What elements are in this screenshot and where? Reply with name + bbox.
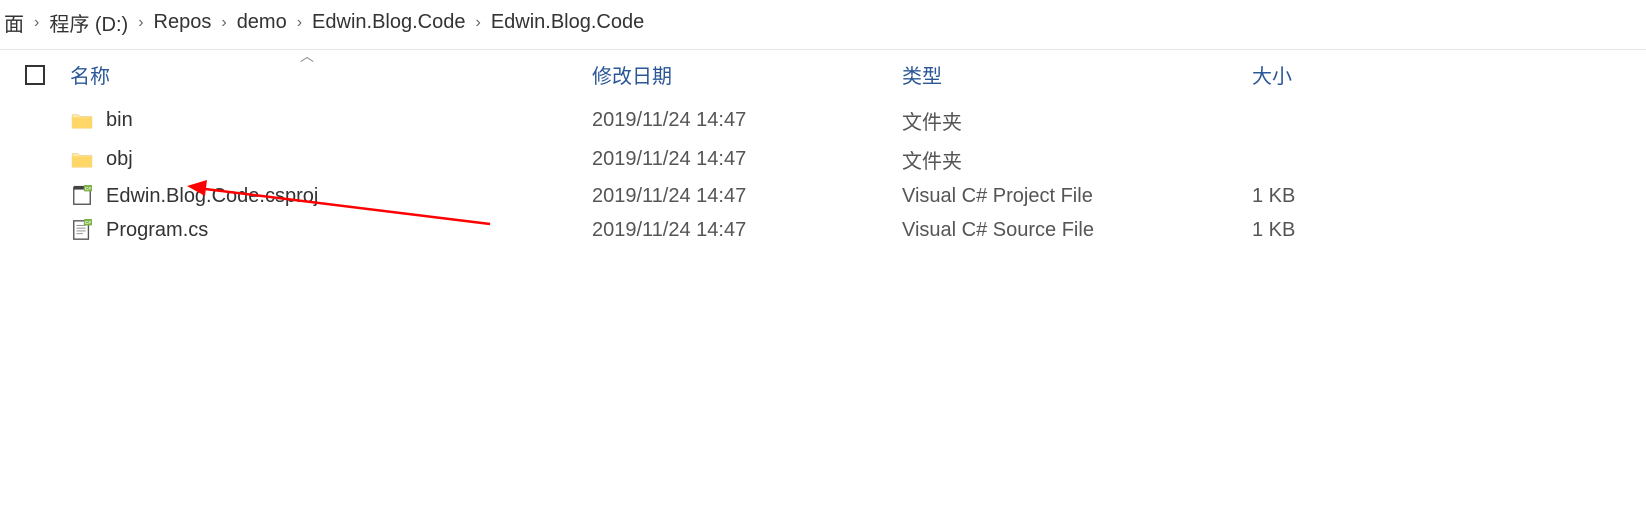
select-all-checkbox[interactable] [0,65,70,85]
breadcrumb-item[interactable]: Edwin.Blog.Code [491,11,644,34]
table-row[interactable]: bin 2019/11/24 14:47 文件夹 [0,101,1646,140]
breadcrumb-item[interactable]: Edwin.Blog.Code [312,11,465,34]
table-row[interactable]: C# Edwin.Blog.Code.csproj 2019/11/24 14:… [0,179,1646,213]
cs-file-icon: C# [70,218,94,242]
table-row[interactable]: C# Program.cs 2019/11/24 14:47 Visual C#… [0,213,1646,247]
chevron-right-icon: › [134,14,147,32]
folder-icon [70,109,94,133]
chevron-right-icon: › [30,14,43,32]
file-date: 2019/11/24 14:47 [592,148,902,171]
svg-text:C#: C# [85,220,91,225]
breadcrumb: 面 › 程序 (D:) › Repos › demo › Edwin.Blog.… [0,0,1646,50]
chevron-right-icon: › [471,14,484,32]
svg-text:C#: C# [85,186,91,191]
file-size: 1 KB [1252,185,1452,208]
column-header-row: 名称 修改日期 类型 大小 [0,50,1646,101]
file-name: Program.cs [106,219,208,242]
column-header-size[interactable]: 大小 [1252,60,1452,89]
table-row[interactable]: obj 2019/11/24 14:47 文件夹 [0,140,1646,179]
file-size: 1 KB [1252,219,1452,242]
file-type: Visual C# Source File [902,219,1252,242]
column-header-type[interactable]: 类型 [902,60,1252,89]
breadcrumb-item[interactable]: Repos [154,11,212,34]
column-header-date[interactable]: 修改日期 [592,60,902,89]
chevron-right-icon: › [217,14,230,32]
chevron-right-icon: › [293,14,306,32]
file-date: 2019/11/24 14:47 [592,219,902,242]
file-name: obj [106,148,133,171]
file-list: ︿ 名称 修改日期 类型 大小 bin 2019/11/24 14:47 文件夹… [0,50,1646,247]
file-name: bin [106,109,133,132]
breadcrumb-item[interactable]: demo [237,11,287,34]
file-type: 文件夹 [902,106,1252,135]
file-type: Visual C# Project File [902,185,1252,208]
csproj-file-icon: C# [70,184,94,208]
folder-icon [70,148,94,172]
file-date: 2019/11/24 14:47 [592,109,902,132]
file-name: Edwin.Blog.Code.csproj [106,185,318,208]
breadcrumb-item[interactable]: 程序 (D:) [49,8,128,37]
file-type: 文件夹 [902,145,1252,174]
file-date: 2019/11/24 14:47 [592,185,902,208]
breadcrumb-item[interactable]: 面 [4,8,24,37]
column-header-name[interactable]: 名称 [70,60,592,89]
